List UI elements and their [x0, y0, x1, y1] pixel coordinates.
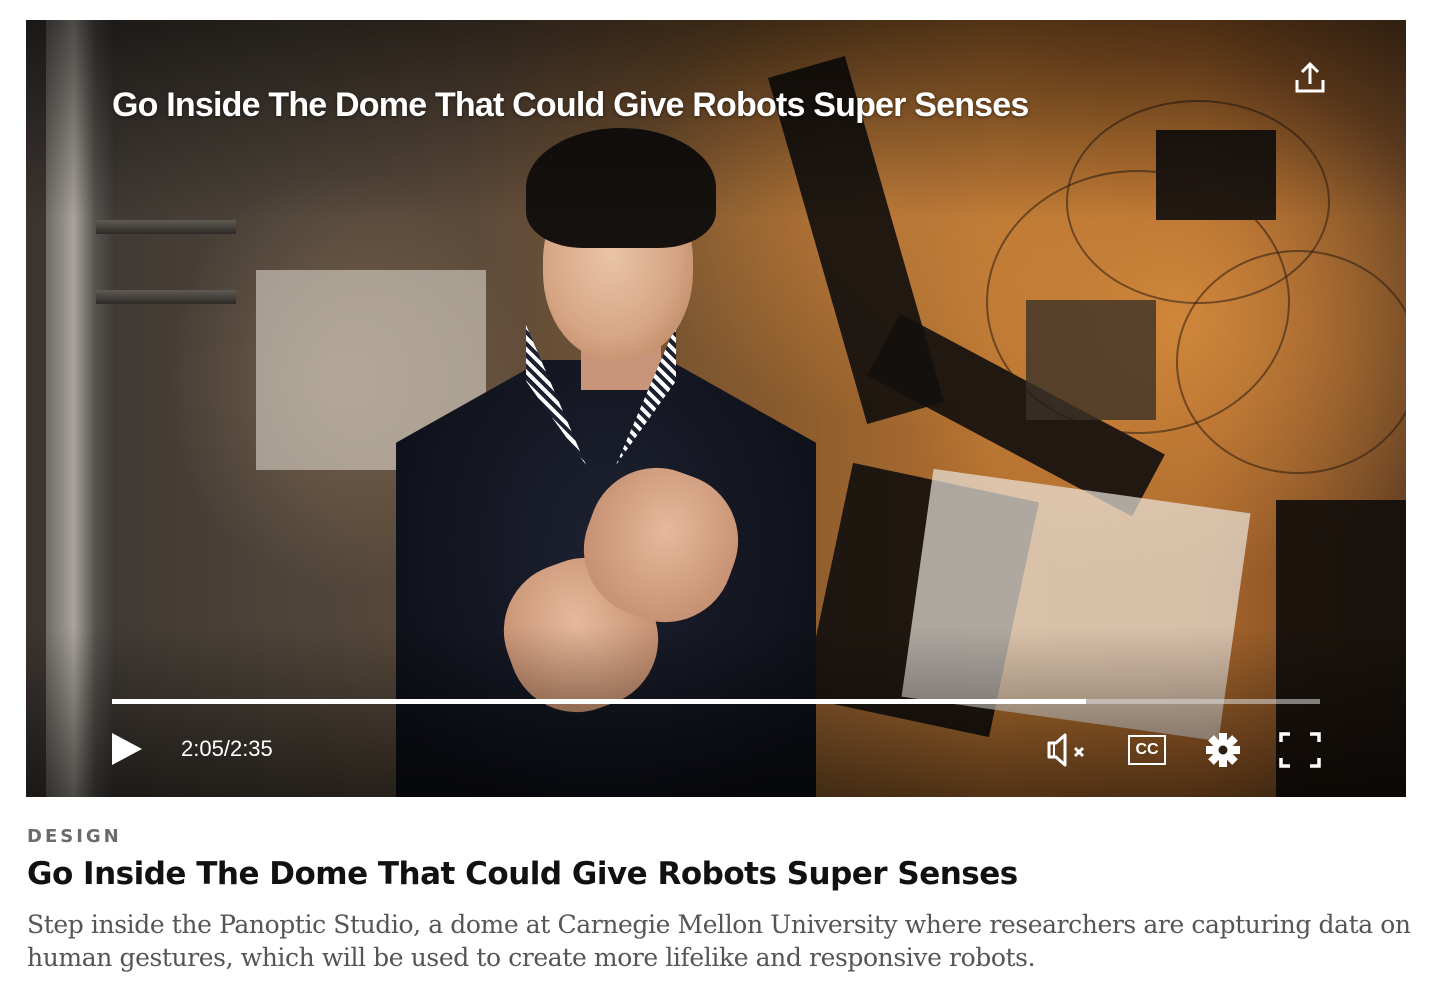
- share-button[interactable]: [1292, 60, 1328, 96]
- article-category[interactable]: DESIGN: [27, 826, 122, 847]
- video-player[interactable]: Go Inside The Dome That Could Give Robot…: [26, 20, 1406, 797]
- article-description: Step inside the Panoptic Studio, a dome …: [27, 910, 1411, 972]
- current-time: 2:05: [181, 736, 224, 761]
- share-icon: [1295, 61, 1325, 93]
- video-title: Go Inside The Dome That Could Give Robot…: [112, 86, 1029, 124]
- play-button[interactable]: [110, 732, 144, 766]
- fullscreen-icon: [1279, 732, 1321, 768]
- progress-fill: [112, 699, 1086, 704]
- article-headline[interactable]: Go Inside The Dome That Could Give Robot…: [27, 856, 1018, 892]
- fullscreen-button[interactable]: [1279, 730, 1323, 770]
- gear-icon: [1206, 733, 1240, 767]
- volume-muted-icon: [1047, 733, 1085, 767]
- mute-button[interactable]: [1046, 730, 1090, 770]
- progress-bar[interactable]: [112, 699, 1320, 704]
- duration: 2:35: [229, 736, 273, 761]
- settings-button[interactable]: [1203, 730, 1247, 770]
- captions-button[interactable]: CC: [1128, 735, 1166, 765]
- time-display: 2:05/2:35: [181, 736, 273, 762]
- play-icon: [112, 733, 142, 765]
